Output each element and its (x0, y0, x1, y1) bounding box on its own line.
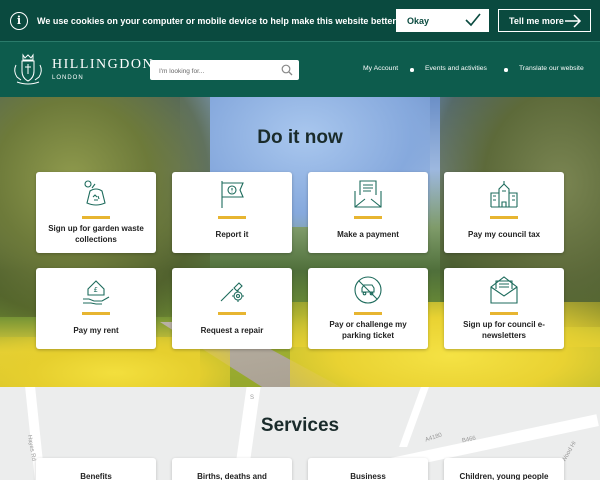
payment-envelope-icon (354, 180, 382, 208)
arrow-right-icon (565, 14, 582, 28)
card-request-repair[interactable]: Request a repair (172, 268, 292, 349)
cookie-message: We use cookies on your computer or mobil… (37, 15, 398, 26)
search-icon[interactable] (281, 64, 293, 76)
search-input[interactable] (150, 61, 270, 82)
cookie-more-label: Tell me more (509, 15, 564, 26)
accent-bar (354, 312, 382, 315)
accent-bar (490, 312, 518, 315)
service-card-births-deaths[interactable]: Births, deaths and (172, 458, 292, 480)
do-it-now-hero: Do it now Sign up for garden waste colle… (0, 97, 600, 387)
newsletter-icon (490, 276, 518, 304)
site-logo[interactable]: HILLINGDON LONDON (10, 51, 154, 87)
service-card-label: Business (350, 472, 386, 480)
nav-my-account-link[interactable]: My Account (363, 65, 398, 72)
card-label: Sign up for council e-newsletters (463, 320, 545, 340)
card-parking-ticket[interactable]: Pay or challenge my parking ticket (308, 268, 428, 349)
card-report-it[interactable]: Report it (172, 172, 292, 253)
accent-bar (218, 216, 246, 219)
services-title: Services (260, 415, 340, 436)
services-section: A4180 B466 S Hayes Rd Wood Hi Services B… (0, 387, 600, 480)
council-house-icon (490, 181, 518, 208)
accent-bar (82, 312, 110, 315)
cookie-tell-me-more-button[interactable]: Tell me more (498, 9, 591, 32)
brand-subtitle: LONDON (52, 75, 84, 81)
card-label: Pay or challenge my parking ticket (329, 320, 407, 340)
coat-of-arms-icon (14, 53, 42, 85)
garden-waste-icon (84, 180, 106, 206)
card-label: Sign up for garden waste collections (48, 224, 144, 244)
brand-name: HILLINGDON (52, 57, 155, 72)
service-card-children[interactable]: Children, young people (444, 458, 564, 480)
card-pay-rent[interactable]: £ Pay my rent (36, 268, 156, 349)
cookie-okay-button[interactable]: Okay (396, 9, 489, 32)
card-garden-waste[interactable]: Sign up for garden waste collections (36, 172, 156, 253)
nav-separator (504, 68, 508, 72)
svg-text:£: £ (94, 286, 98, 294)
nav-translate[interactable]: Translate our website (519, 65, 584, 72)
nav-my-account[interactable]: My Account (363, 65, 398, 72)
service-card-business[interactable]: Business (308, 458, 428, 480)
nav-events[interactable]: Events and activities (425, 65, 487, 72)
repair-tools-icon (220, 282, 244, 302)
card-label: Pay my council tax (467, 229, 541, 239)
card-make-payment[interactable]: Make a payment (308, 172, 428, 253)
card-label: Pay my rent (73, 325, 119, 335)
info-icon: i (10, 11, 28, 30)
cookie-okay-label: Okay (407, 15, 430, 26)
card-council-tax[interactable]: Pay my council tax (444, 172, 564, 253)
nav-translate-link[interactable]: Translate our website (519, 65, 584, 72)
parking-ticket-icon (354, 276, 382, 304)
card-label: Report it (215, 229, 249, 239)
card-e-newsletters[interactable]: Sign up for council e-newsletters (444, 268, 564, 349)
nav-separator (410, 68, 414, 72)
card-label: Make a payment (337, 229, 399, 239)
do-it-now-title: Do it now (257, 127, 343, 148)
accent-bar (354, 216, 382, 219)
accent-bar (82, 216, 110, 219)
service-card-benefits[interactable]: Benefits (36, 458, 156, 480)
accent-bar (218, 312, 246, 315)
search-box (150, 60, 299, 82)
rent-house-hand-icon: £ (83, 280, 110, 305)
service-card-label: Children, young people (459, 472, 549, 480)
accent-bar (490, 216, 518, 219)
site-header: HILLINGDON LONDON My Account Events and … (0, 41, 600, 97)
report-flag-icon (221, 181, 244, 208)
map-label: S (250, 395, 255, 401)
cookie-banner: i We use cookies on your computer or mob… (0, 0, 600, 41)
service-card-label: Births, deaths and (197, 472, 267, 480)
card-label: Request a repair (200, 325, 264, 335)
check-icon (465, 13, 481, 27)
nav-events-link[interactable]: Events and activities (425, 65, 487, 72)
service-card-label: Benefits (80, 472, 112, 480)
